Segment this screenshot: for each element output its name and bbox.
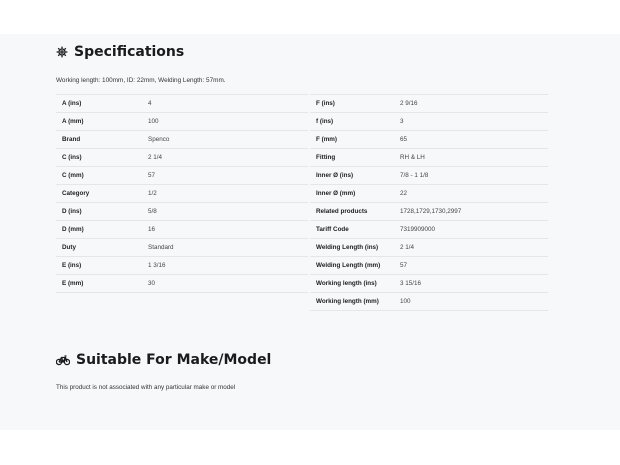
spec-row: f (ins) 3 — [310, 113, 548, 131]
spec-value: Spenco — [148, 136, 170, 143]
spec-row: Welding Length (mm) 57 — [310, 257, 548, 275]
spec-label: Duty — [62, 244, 76, 251]
spec-row: D (ins) 5/8 — [56, 203, 308, 221]
gear-icon — [56, 46, 68, 58]
spec-value: 1/2 — [148, 190, 157, 197]
spec-row: Inner Ø (mm) 22 — [310, 185, 548, 203]
spec-value: 16 — [148, 226, 156, 233]
spec-value: 5/8 — [148, 208, 157, 215]
spec-label: C (mm) — [62, 172, 84, 179]
spec-label: Tariff Code — [316, 226, 349, 233]
spec-label: F (mm) — [316, 136, 337, 143]
spec-value: 57 — [400, 262, 408, 269]
spec-row: Fitting RH & LH — [310, 149, 548, 167]
spec-value: 22 — [400, 190, 408, 197]
page-title: Specifications — [74, 44, 185, 60]
spec-value: 57 — [148, 172, 156, 179]
spec-label: E (mm) — [62, 280, 84, 287]
spec-label: Working length (ins) — [316, 280, 377, 287]
spec-row: E (mm) 30 — [56, 275, 308, 293]
spec-label: Working length (mm) — [316, 298, 379, 305]
specifications-heading: Specifications — [56, 44, 184, 60]
spec-label: D (mm) — [62, 226, 84, 233]
spec-row: C (ins) 2 1/4 — [56, 149, 308, 167]
spec-value: RH & LH — [400, 154, 425, 161]
spec-row: F (ins) 2 9/16 — [310, 94, 548, 113]
spec-value: 100 — [148, 118, 159, 125]
spec-row: A (ins) 4 — [56, 94, 308, 113]
spec-value: 30 — [148, 280, 156, 287]
spec-label: Category — [62, 190, 90, 197]
spec-value: 3 15/16 — [400, 280, 422, 287]
spec-label: Inner Ø (mm) — [316, 190, 356, 197]
specs-intro: Working length: 100mm, ID: 22mm, Welding… — [56, 77, 226, 84]
spec-value: 1 3/16 — [148, 262, 166, 269]
spec-row: C (mm) 57 — [56, 167, 308, 185]
spec-label: F (ins) — [316, 100, 335, 107]
bicycle-icon — [55, 354, 71, 366]
spec-value: 65 — [400, 136, 408, 143]
spec-row: Category 1/2 — [56, 185, 308, 203]
spec-label: C (ins) — [62, 154, 82, 161]
spec-row: Tariff Code 7319909000 — [310, 221, 548, 239]
spec-label: Welding Length (ins) — [316, 244, 379, 251]
spec-value: 3 — [400, 118, 404, 125]
spec-value: 7319909000 — [400, 226, 436, 233]
make-model-note: This product is not associated with any … — [56, 384, 236, 391]
spec-row: Inner Ø (ins) 7/8 - 1 1/8 — [310, 167, 548, 185]
specs-table-right: F (ins) 2 9/16 f (ins) 3 F (mm) 65 Fitting RH &… — [310, 94, 548, 311]
section-title: Suitable For Make/Model — [76, 352, 272, 368]
spec-label: Welding Length (mm) — [316, 262, 381, 269]
spec-row: Duty Standard — [56, 239, 308, 257]
spec-row: A (mm) 100 — [56, 113, 308, 131]
spec-label: A (ins) — [62, 100, 82, 107]
spec-label: f (ins) — [316, 118, 334, 125]
spec-value: 1728,1729,1730,2997 — [400, 208, 462, 215]
spec-value: 100 — [400, 298, 411, 305]
spec-label: E (ins) — [62, 262, 82, 269]
spec-value: 7/8 - 1 1/8 — [400, 172, 429, 179]
spec-value: 2 9/16 — [400, 100, 418, 107]
spec-value: 2 1/4 — [400, 244, 415, 251]
spec-label: Related products — [316, 208, 368, 215]
spec-value: Standard — [148, 244, 174, 251]
spec-row: D (mm) 16 — [56, 221, 308, 239]
spec-row: Working length (mm) 100 — [310, 293, 548, 311]
spec-row: Related products 1728,1729,1730,2997 — [310, 203, 548, 221]
spec-row: F (mm) 65 — [310, 131, 548, 149]
spec-label: D (ins) — [62, 208, 82, 215]
spec-row: Welding Length (ins) 2 1/4 — [310, 239, 548, 257]
spec-value: 4 — [148, 100, 152, 107]
spec-value: 2 1/4 — [148, 154, 163, 161]
spec-label: Brand — [62, 136, 81, 143]
specs-table-left: A (ins) 4 A (mm) 100 Brand Spenco C (ins) 2 1/4… — [56, 94, 308, 293]
spec-row: Brand Spenco — [56, 131, 308, 149]
suitable-heading: Suitable For Make/Model — [55, 352, 272, 368]
spec-row: Working length (ins) 3 15/16 — [310, 275, 548, 293]
spec-label: Inner Ø (ins) — [316, 172, 354, 179]
spec-row: E (ins) 1 3/16 — [56, 257, 308, 275]
spec-label: A (mm) — [62, 118, 84, 125]
spec-label: Fitting — [316, 154, 336, 161]
